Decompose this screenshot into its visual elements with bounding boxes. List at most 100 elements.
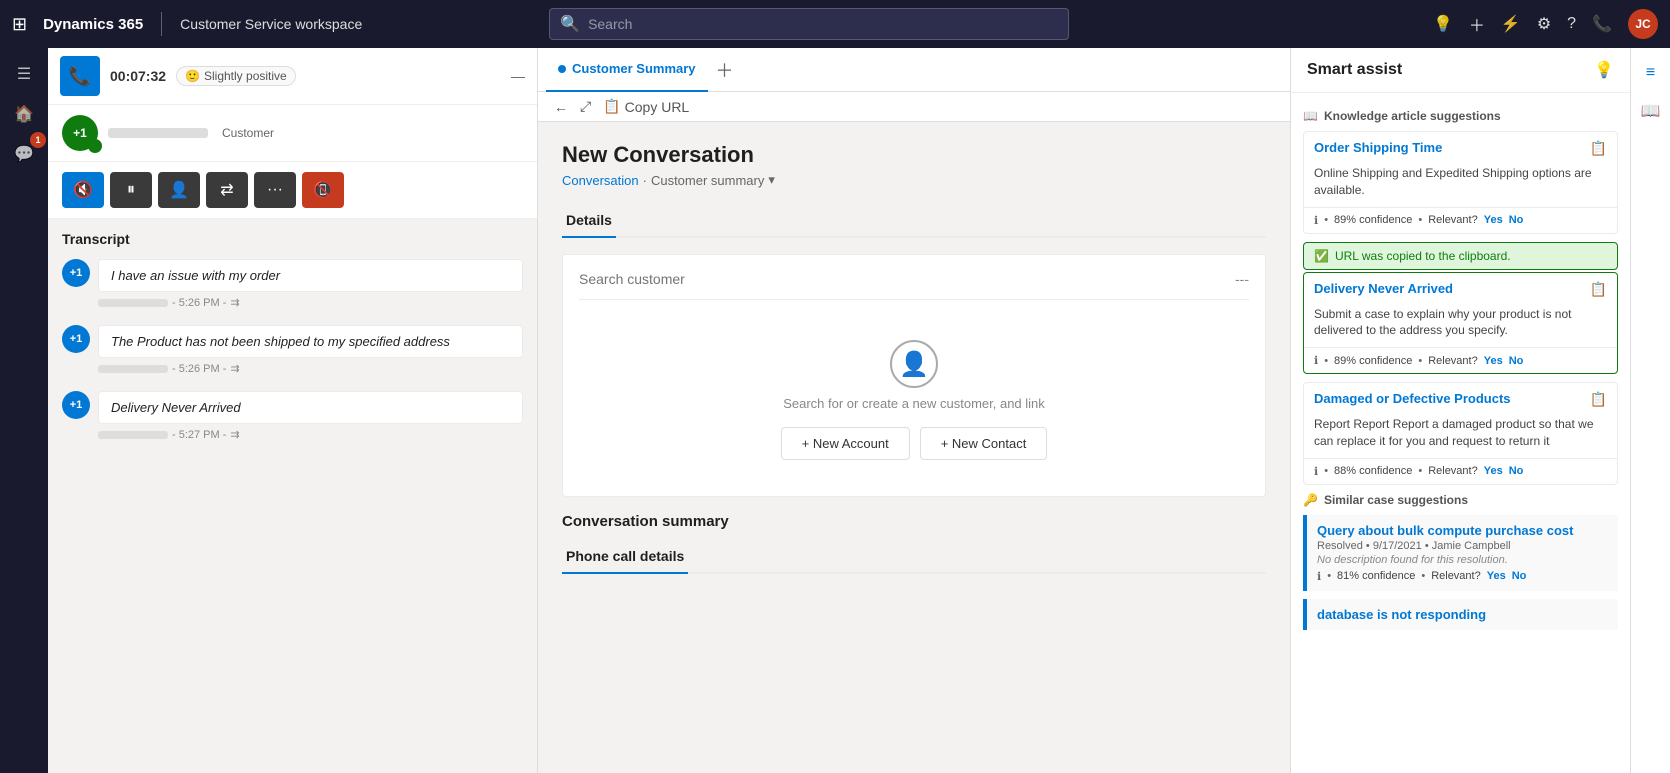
breadcrumb-summary[interactable]: Customer summary [651, 173, 764, 188]
more-button[interactable]: ··· [254, 172, 296, 208]
transcript-title: Transcript [62, 231, 523, 247]
case-1-confidence: 81% confidence [1337, 570, 1415, 582]
settings-icon[interactable]: ⚙ [1537, 14, 1551, 34]
msg-avatar-2: +1 [62, 325, 90, 353]
right-icon-strip: ≡ 📖 [1630, 48, 1670, 773]
tab-customer-summary[interactable]: Customer Summary [546, 48, 708, 92]
translate-icon-3[interactable]: ⇉ [230, 428, 239, 441]
placeholder-text: Search for or create a new customer, and… [783, 396, 1045, 411]
db-case-title[interactable]: database is not responding [1317, 607, 1608, 622]
article-2-no-btn[interactable]: No [1509, 355, 1524, 367]
notification-badge: 1 [30, 132, 46, 148]
add-tab-button[interactable]: ＋ [716, 57, 734, 83]
conversation-header: 📞 00:07:32 🙂 Slightly positive — [48, 48, 537, 105]
new-account-button[interactable]: + New Account [781, 427, 910, 460]
article-3-yes-btn[interactable]: Yes [1484, 465, 1503, 477]
book-right-icon[interactable]: 📖 [1636, 96, 1666, 126]
smiley-icon: 🙂 [185, 69, 200, 83]
smart-assist-icon-btn[interactable]: 💡 [1594, 60, 1614, 80]
bullet-3b: • [1418, 465, 1422, 477]
check-icon: ✅ [1314, 249, 1329, 263]
customer-name-placeholder [108, 128, 208, 138]
transfer-button[interactable]: ⇄ [206, 172, 248, 208]
article-1-copy-btn[interactable]: 📋 [1590, 140, 1607, 157]
end-call-button[interactable]: 📵 [302, 172, 344, 208]
customer-placeholder: 👤 Search for or create a new customer, a… [579, 320, 1249, 480]
minimize-button[interactable]: — [511, 68, 525, 84]
article-card-1: Order Shipping Time 📋 Online Shipping an… [1303, 131, 1618, 234]
article-3-body: Report Report Report a damaged product s… [1304, 416, 1617, 458]
case-1-title[interactable]: Query about bulk compute purchase cost [1317, 523, 1608, 538]
help-icon[interactable]: ? [1567, 15, 1576, 33]
mute-button[interactable]: 🔇 [62, 172, 104, 208]
msg-meta-1: - 5:26 PM - ⇉ [98, 296, 523, 309]
msg-content-3: Delivery Never Arrived - 5:27 PM - ⇉ [98, 391, 523, 441]
case-1-meta: Resolved • 9/17/2021 • Jamie Campbell [1317, 540, 1608, 552]
tab-phone-call[interactable]: Phone call details [562, 540, 688, 574]
article-3-relevant-label: Relevant? [1428, 465, 1478, 477]
meta-bar-1 [98, 299, 168, 307]
lightbulb-icon[interactable]: 💡 [1433, 14, 1453, 34]
hold-button[interactable]: ⏸ [110, 172, 152, 208]
case-1-no-btn[interactable]: No [1512, 570, 1527, 582]
msg-time-3: - 5:27 PM - [172, 429, 226, 441]
customer-info-row: +1 Customer [48, 105, 537, 162]
home-icon[interactable]: 🏠 [6, 96, 42, 132]
bullet-2: • [1324, 355, 1328, 367]
search-customer-input[interactable] [579, 271, 1225, 287]
smart-assist-panel: Smart assist 💡 📖 Knowledge article sugge… [1290, 48, 1630, 773]
copy-url-button[interactable]: 📋 Copy URL [603, 98, 689, 115]
notification-icon[interactable]: 💬 1 [6, 136, 42, 172]
translate-icon-1[interactable]: ⇉ [230, 296, 239, 309]
nav-divider [161, 12, 162, 36]
copied-text: URL was copied to the clipboard. [1335, 249, 1511, 263]
customer-label: Customer [222, 126, 274, 140]
dash-separator: --- [1235, 271, 1249, 287]
article-1-title[interactable]: Order Shipping Time [1314, 140, 1590, 155]
breadcrumb: Conversation · Customer summary ▾ [562, 172, 1266, 188]
book-icon: 📖 [1303, 109, 1318, 123]
sentiment-text: Slightly positive [204, 69, 287, 83]
apps-grid-icon[interactable]: ⊞ [12, 14, 27, 35]
search-input[interactable] [588, 16, 1058, 32]
avatar[interactable]: JC [1628, 9, 1658, 39]
sentiment-badge: 🙂 Slightly positive [176, 66, 296, 86]
article-1-no-btn[interactable]: No [1509, 214, 1524, 226]
content-scroll: New Conversation Conversation · Customer… [538, 122, 1290, 773]
menu-toggle-icon[interactable]: ☰ [6, 56, 42, 92]
msg-time-2: - 5:26 PM - [172, 363, 226, 375]
article-3-no-btn[interactable]: No [1509, 465, 1524, 477]
article-2-yes-btn[interactable]: Yes [1484, 355, 1503, 367]
msg-bubble-2: The Product has not been shipped to my s… [98, 325, 523, 358]
action-buttons: 🔇 ⏸ 👤 ⇄ ··· 📵 [48, 162, 537, 219]
expand-button[interactable]: ⤢ [580, 98, 591, 115]
tab-details[interactable]: Details [562, 204, 616, 238]
article-2-copy-btn[interactable]: 📋 [1590, 281, 1607, 298]
similar-section-label: Similar case suggestions [1324, 493, 1468, 507]
article-2-relevant-label: Relevant? [1428, 355, 1478, 367]
consult-button[interactable]: 👤 [158, 172, 200, 208]
phone-icon[interactable]: 📞 [1592, 14, 1612, 34]
translate-icon-2[interactable]: ⇉ [230, 362, 239, 375]
customer-search-card: --- 👤 Search for or create a new custome… [562, 254, 1266, 497]
article-2-title[interactable]: Delivery Never Arrived [1314, 281, 1590, 296]
article-3-confidence: 88% confidence [1334, 465, 1412, 477]
add-icon[interactable]: ＋ [1469, 12, 1485, 36]
article-1-footer: ℹ • 89% confidence • Relevant? Yes No [1304, 207, 1617, 233]
filter-icon[interactable]: ⚡ [1501, 14, 1521, 34]
msg-bubble-1: I have an issue with my order [98, 259, 523, 292]
case-1-desc: No description found for this resolution… [1317, 554, 1608, 566]
back-button[interactable]: ← [554, 99, 568, 115]
search-box[interactable]: 🔍 [549, 8, 1069, 40]
chevron-down-icon[interactable]: ▾ [768, 172, 775, 188]
breadcrumb-conversation[interactable]: Conversation [562, 173, 639, 188]
similar-section-header: 🔑 Similar case suggestions [1303, 493, 1618, 507]
article-3-title[interactable]: Damaged or Defective Products [1314, 391, 1590, 406]
list-icon[interactable]: ≡ [1636, 58, 1666, 88]
info-icon-case-1: ℹ [1317, 570, 1321, 583]
article-1-yes-btn[interactable]: Yes [1484, 214, 1503, 226]
case-1-yes-btn[interactable]: Yes [1487, 570, 1506, 582]
new-contact-button[interactable]: + New Contact [920, 427, 1048, 460]
article-3-copy-btn[interactable]: 📋 [1590, 391, 1607, 408]
info-icon-3: ℹ [1314, 465, 1318, 478]
